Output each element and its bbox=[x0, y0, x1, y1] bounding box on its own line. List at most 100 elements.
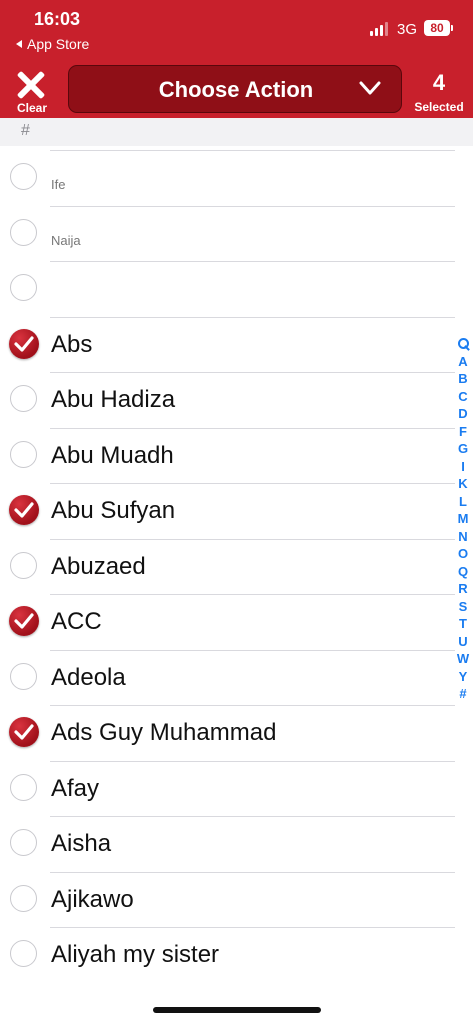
header-bar: 16:03 App Store 3G 80 Clear Choose Actio… bbox=[0, 0, 473, 118]
index-letter[interactable]: D bbox=[455, 405, 471, 423]
index-letter[interactable]: O bbox=[455, 545, 471, 563]
row-divider bbox=[50, 760, 455, 762]
section-header-label: # bbox=[21, 122, 30, 139]
row-divider bbox=[50, 261, 455, 262]
checkmark-selected-icon[interactable] bbox=[9, 717, 39, 747]
contact-name: Adeola bbox=[51, 663, 126, 691]
back-to-app-store-link[interactable]: App Store bbox=[16, 36, 89, 52]
contact-row[interactable]: Ife bbox=[0, 150, 455, 206]
row-divider bbox=[50, 927, 455, 928]
checkmark-selected-icon[interactable] bbox=[9, 495, 39, 525]
choose-action-label: Choose Action bbox=[158, 77, 314, 102]
select-circle-icon[interactable] bbox=[10, 829, 37, 856]
chevron-down-icon bbox=[359, 81, 381, 95]
status-time: 16:03 bbox=[34, 9, 81, 29]
select-circle-icon[interactable] bbox=[10, 884, 37, 912]
contact-row[interactable]: Abs bbox=[0, 316, 455, 373]
select-circle-icon[interactable] bbox=[10, 274, 37, 301]
contact-name: Abs bbox=[51, 330, 93, 358]
selected-label: Selected bbox=[414, 100, 464, 114]
index-letter[interactable]: T bbox=[455, 615, 471, 633]
index-letter[interactable]: # bbox=[455, 685, 471, 703]
network-type: 3G bbox=[397, 21, 418, 38]
contact-name: ACC bbox=[51, 608, 102, 635]
battery-tip bbox=[451, 25, 453, 31]
contact-row[interactable]: Aliyah my sister bbox=[0, 927, 455, 983]
index-letter[interactable]: B bbox=[455, 370, 471, 388]
row-divider bbox=[50, 871, 455, 873]
index-letter[interactable]: U bbox=[455, 633, 471, 651]
index-letter[interactable]: K bbox=[455, 475, 471, 493]
select-circle-icon[interactable] bbox=[10, 385, 37, 412]
select-circle-icon[interactable] bbox=[10, 551, 37, 579]
index-letter[interactable]: W bbox=[455, 650, 471, 668]
contact-name: Aisha bbox=[51, 830, 112, 857]
index-letter[interactable]: F bbox=[455, 423, 471, 441]
contact-name: Abu Muadh bbox=[51, 441, 174, 469]
select-circle-icon[interactable] bbox=[10, 662, 37, 690]
contact-list: Ife Naija Abs Abu Hadiza Abu Muadh Abu Sufyan… bbox=[0, 150, 455, 983]
index-letter[interactable]: R bbox=[455, 580, 471, 598]
select-circle-icon[interactable] bbox=[10, 773, 37, 801]
row-divider bbox=[50, 594, 455, 595]
section-header: # bbox=[0, 118, 473, 146]
contact-row[interactable]: Afay bbox=[0, 760, 455, 817]
contact-row[interactable]: Abu Sufyan bbox=[0, 483, 455, 539]
contact-name: Aliyah my sister bbox=[51, 941, 220, 968]
row-divider bbox=[50, 705, 455, 706]
contact-row[interactable]: Abu Muadh bbox=[0, 427, 455, 484]
contact-row[interactable]: Ajikawo bbox=[0, 871, 455, 928]
select-circle-icon[interactable] bbox=[10, 440, 37, 468]
clear-label: Clear bbox=[16, 101, 48, 115]
row-divider bbox=[50, 316, 455, 318]
index-letter[interactable]: I bbox=[455, 458, 471, 476]
alphabet-index[interactable]: A B C D F G I K L M N O Q R S T U W Y # bbox=[455, 335, 471, 703]
row-divider bbox=[50, 649, 455, 651]
contact-row[interactable]: Adeola bbox=[0, 649, 455, 706]
signal-strength-icon bbox=[370, 22, 390, 36]
contact-row[interactable]: Naija bbox=[0, 205, 455, 262]
contact-row[interactable]: ACC bbox=[0, 594, 455, 650]
index-letter[interactable]: S bbox=[455, 598, 471, 616]
contact-name: Ads Guy Muhammad bbox=[51, 719, 277, 746]
index-letter[interactable]: A bbox=[455, 353, 471, 371]
row-divider bbox=[50, 150, 455, 151]
contact-row[interactable] bbox=[0, 261, 455, 317]
contact-row[interactable]: Aisha bbox=[0, 816, 455, 872]
checkmark-selected-icon[interactable] bbox=[9, 606, 39, 636]
contact-name: Ife bbox=[51, 177, 66, 192]
choose-action-button[interactable]: Choose Action bbox=[68, 65, 402, 113]
row-divider bbox=[50, 205, 455, 207]
selected-count: 4 bbox=[432, 70, 446, 95]
contact-name: Abu Hadiza bbox=[51, 386, 176, 413]
battery-icon: 80 bbox=[424, 20, 450, 36]
select-circle-icon[interactable] bbox=[10, 163, 37, 190]
select-circle-icon[interactable] bbox=[10, 218, 37, 246]
index-letter[interactable]: Y bbox=[455, 668, 471, 686]
home-indicator bbox=[153, 1007, 321, 1013]
contact-row[interactable]: Abuzaed bbox=[0, 538, 455, 595]
checkmark-selected-icon[interactable] bbox=[9, 328, 39, 359]
row-divider bbox=[50, 538, 455, 540]
row-divider bbox=[50, 427, 455, 429]
clear-button[interactable]: Clear bbox=[8, 68, 58, 116]
index-letter[interactable]: Q bbox=[455, 563, 471, 581]
row-divider bbox=[50, 372, 455, 373]
contact-name: Afay bbox=[51, 774, 100, 802]
search-icon[interactable] bbox=[455, 335, 471, 353]
row-divider bbox=[50, 816, 455, 817]
selected-counter: 4 Selected bbox=[408, 68, 473, 116]
close-icon bbox=[16, 70, 46, 100]
index-letter[interactable]: N bbox=[455, 528, 471, 546]
contact-row[interactable]: Ads Guy Muhammad bbox=[0, 705, 455, 761]
index-letter[interactable]: C bbox=[455, 388, 471, 406]
back-link-label: App Store bbox=[27, 36, 90, 52]
contact-name: Abuzaed bbox=[51, 552, 146, 580]
back-arrow-icon bbox=[16, 40, 22, 48]
select-circle-icon[interactable] bbox=[10, 940, 37, 967]
index-letter[interactable]: G bbox=[455, 440, 471, 458]
index-letter[interactable]: L bbox=[455, 493, 471, 511]
contact-row[interactable]: Abu Hadiza bbox=[0, 372, 455, 428]
index-letter[interactable]: M bbox=[455, 510, 471, 528]
contact-name: Ajikawo bbox=[51, 885, 134, 913]
